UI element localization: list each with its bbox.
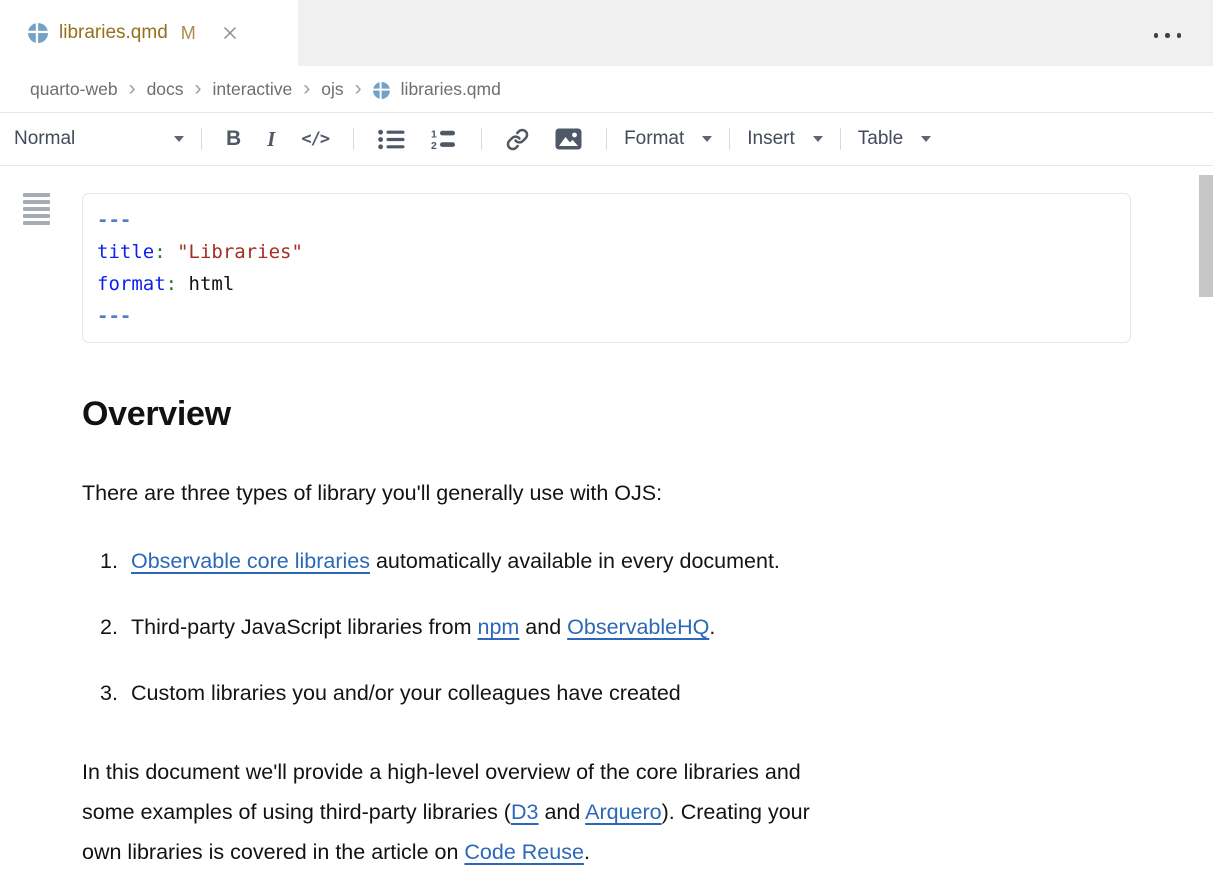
toolbar-separator <box>353 128 354 150</box>
list-item-number: 1. <box>100 547 131 575</box>
formatting-toolbar: Normal B I </> 1 2 <box>0 113 1213 166</box>
toolbar-separator <box>606 128 607 150</box>
doc-link[interactable]: D3 <box>511 800 538 824</box>
list-item: 1.Observable core libraries automaticall… <box>100 547 1131 575</box>
breadcrumb-item-docs[interactable]: docs <box>147 79 184 100</box>
tab-bar: libraries.qmd M <box>0 0 1213 66</box>
intro-paragraph: There are three types of library you'll … <box>82 479 1131 507</box>
table-menu-label: Table <box>858 128 903 150</box>
link-icon <box>506 128 529 151</box>
quarto-visual-editor: libraries.qmd M quarto-web › docs › inte… <box>0 0 1213 889</box>
chevron-down-icon <box>174 136 184 142</box>
format-menu[interactable]: Format <box>618 128 718 150</box>
toolbar-separator <box>201 128 202 150</box>
italic-button[interactable]: I <box>254 121 288 157</box>
breadcrumb-item-interactive[interactable]: interactive <box>213 79 293 100</box>
doc-link[interactable]: Observable core libraries <box>131 549 370 573</box>
outro-paragraph: In this document we'll provide a high-le… <box>82 752 1131 872</box>
svg-text:2: 2 <box>431 140 437 150</box>
tab-title: libraries.qmd <box>59 22 168 44</box>
list-item-text: Custom libraries you and/or your colleag… <box>131 679 681 707</box>
paragraph-style-value: Normal <box>14 128 75 150</box>
image-button[interactable] <box>542 121 595 157</box>
chevron-right-icon: › <box>303 78 310 99</box>
paragraph-style-dropdown[interactable]: Normal <box>14 128 190 150</box>
code-button[interactable]: </> <box>288 121 342 157</box>
doc-link[interactable]: npm <box>477 615 519 639</box>
tab-libraries-qmd[interactable]: libraries.qmd M <box>0 0 298 66</box>
yaml-line: format: html <box>97 268 1116 300</box>
yaml-front-matter-block[interactable]: --- title: "Libraries" format: html --- <box>82 193 1131 343</box>
doc-link[interactable]: Arquero <box>585 800 662 824</box>
list-item-text: Observable core libraries automatically … <box>131 547 780 575</box>
bulleted-list-button[interactable] <box>365 121 418 157</box>
breadcrumb-item-ojs[interactable]: ojs <box>321 79 343 100</box>
list-item-number: 3. <box>100 679 131 707</box>
bold-button[interactable]: B <box>213 121 254 157</box>
yaml-line: title: "Libraries" <box>97 236 1116 268</box>
breadcrumb-item-quarto-web[interactable]: quarto-web <box>30 79 118 100</box>
breadcrumb-item-libraries-qmd[interactable]: libraries.qmd <box>401 79 501 100</box>
chevron-down-icon <box>813 136 823 142</box>
list-item: 3.Custom libraries you and/or your colle… <box>100 679 1131 707</box>
doc-link[interactable]: ObservableHQ <box>567 615 709 639</box>
more-actions-icon[interactable] <box>1150 29 1186 42</box>
yaml-line: --- <box>97 300 1116 332</box>
toolbar-separator <box>481 128 482 150</box>
quarto-icon <box>373 82 390 99</box>
breadcrumb: quarto-web › docs › interactive › ojs › … <box>0 66 1213 113</box>
doc-link[interactable]: Code Reuse <box>464 840 584 864</box>
yaml-line: --- <box>97 204 1116 236</box>
chevron-down-icon <box>921 136 931 142</box>
list-item: 2.Third-party JavaScript libraries from … <box>100 613 1131 641</box>
toolbar-separator <box>729 128 730 150</box>
chevron-right-icon: › <box>129 78 136 99</box>
insert-menu[interactable]: Insert <box>741 128 829 150</box>
library-types-list: 1.Observable core libraries automaticall… <box>100 547 1131 707</box>
document-editor[interactable]: --- title: "Libraries" format: html --- … <box>0 166 1213 888</box>
heading-overview: Overview <box>82 395 1131 433</box>
svg-text:1: 1 <box>431 129 437 141</box>
numbered-list-button[interactable]: 1 2 <box>418 121 470 157</box>
format-menu-label: Format <box>624 128 684 150</box>
drag-handle-icon[interactable] <box>23 193 50 228</box>
close-icon[interactable] <box>219 22 241 44</box>
scrollbar-thumb[interactable] <box>1199 175 1213 297</box>
table-menu[interactable]: Table <box>852 128 937 150</box>
list-item-text: Third-party JavaScript libraries from np… <box>131 613 715 641</box>
chevron-right-icon: › <box>355 78 362 99</box>
bulleted-list-icon <box>378 129 405 150</box>
link-button[interactable] <box>493 121 542 157</box>
modified-badge: M <box>181 23 196 44</box>
toolbar-separator <box>840 128 841 150</box>
numbered-list-icon: 1 2 <box>431 129 457 150</box>
image-icon <box>555 128 582 150</box>
chevron-right-icon: › <box>195 78 202 99</box>
list-item-number: 2. <box>100 613 131 641</box>
insert-menu-label: Insert <box>747 128 795 150</box>
quarto-icon <box>28 23 48 43</box>
chevron-down-icon <box>702 136 712 142</box>
